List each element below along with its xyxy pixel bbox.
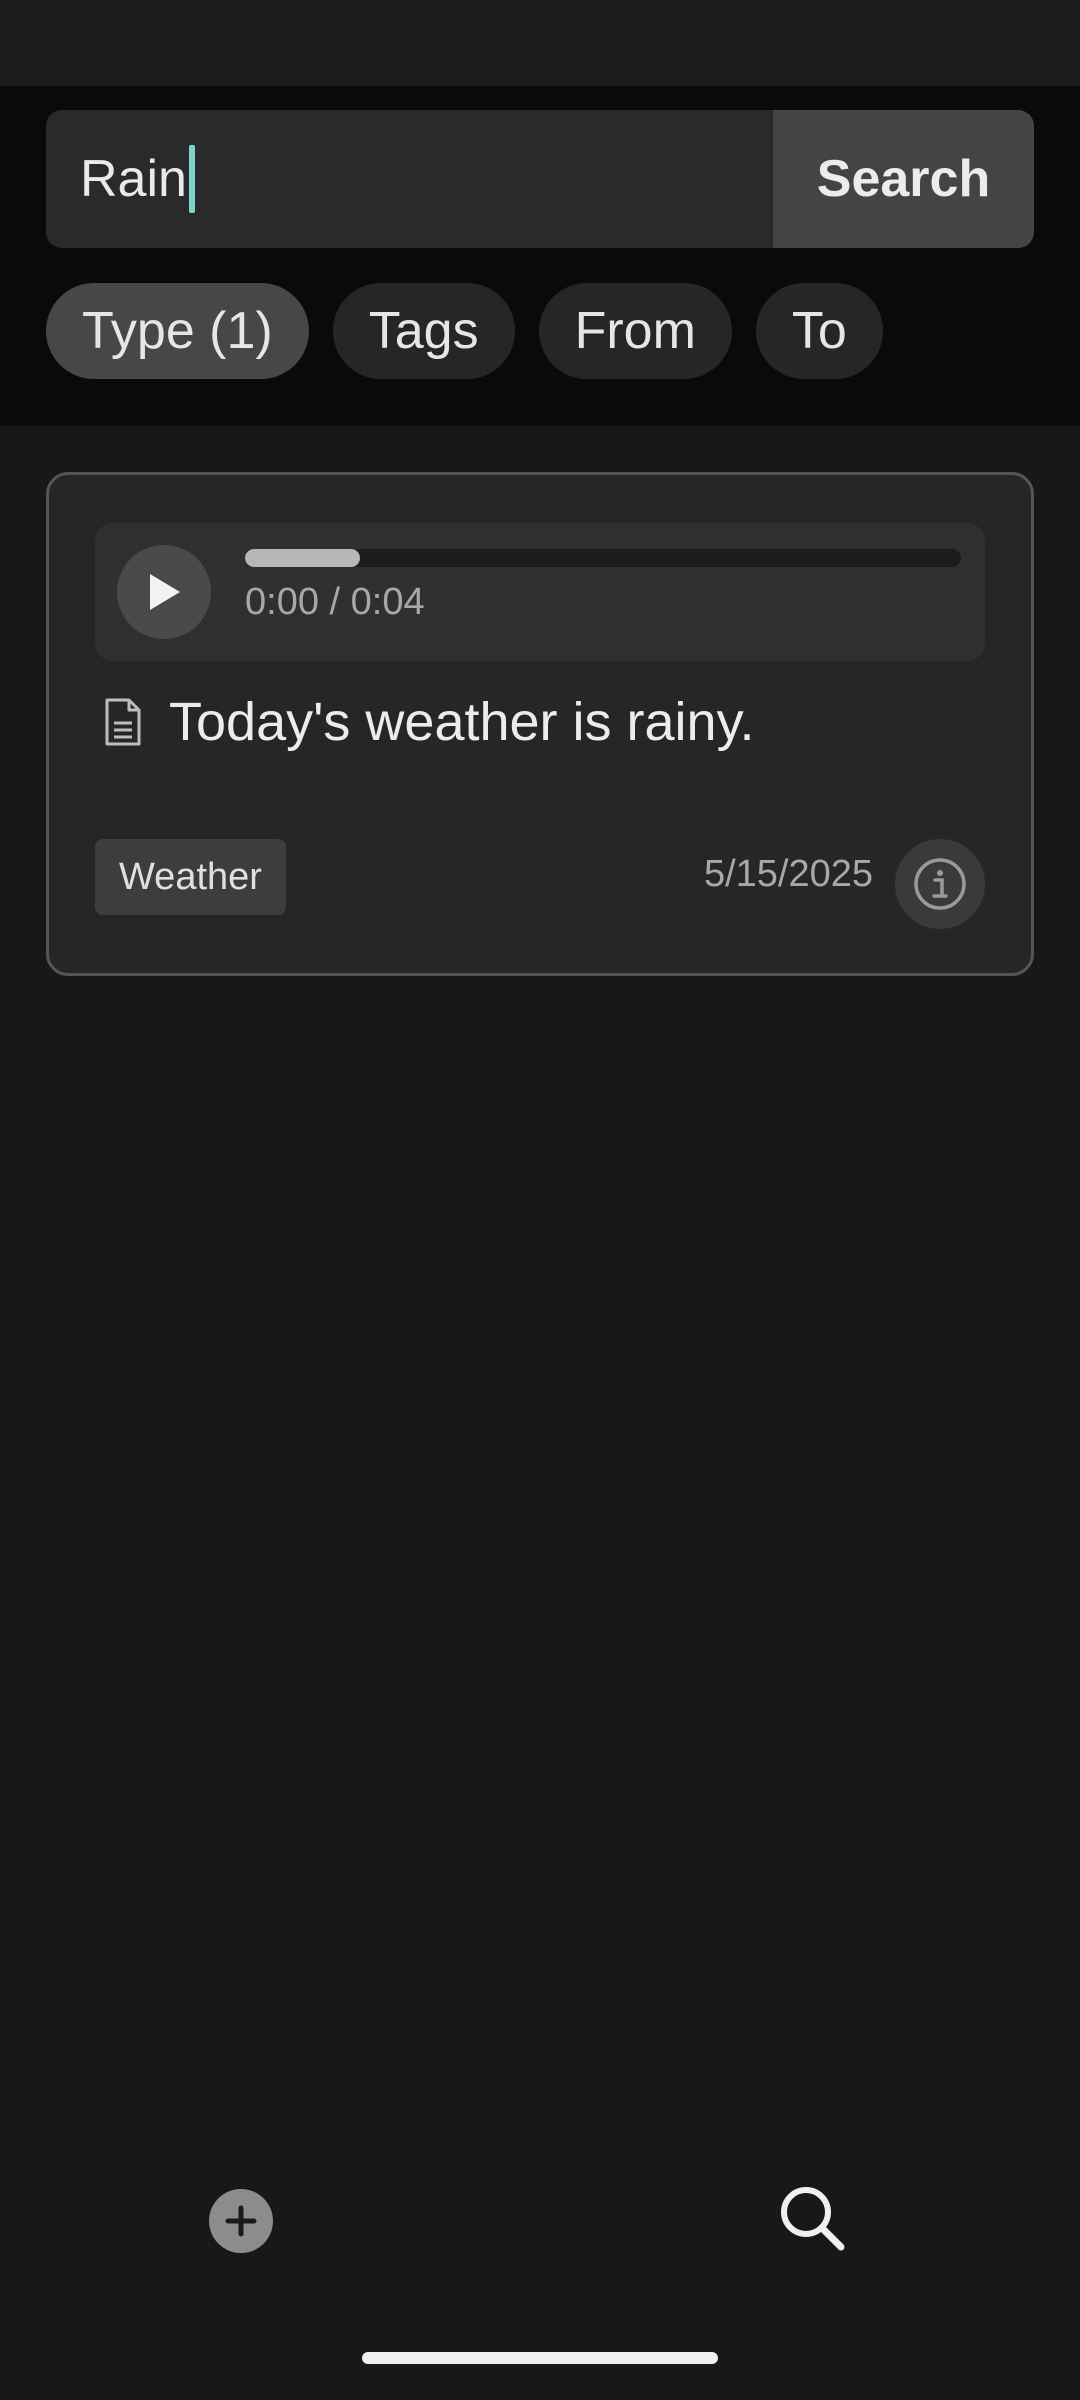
filter-chip-tags[interactable]: Tags: [332, 283, 515, 379]
add-icon: [209, 2189, 273, 2253]
search-input[interactable]: Rain: [46, 110, 773, 248]
info-icon: [914, 858, 966, 910]
tag-badge[interactable]: Weather: [95, 839, 286, 915]
document-icon: [105, 698, 141, 746]
search-box: Rain Search: [46, 110, 1034, 248]
status-bar: [0, 0, 1080, 86]
filter-chip-from[interactable]: From: [538, 283, 732, 379]
search-header: Rain Search Type (1) Tags From To: [0, 86, 1080, 426]
audio-player: 0:00 / 0:04: [95, 523, 985, 661]
result-card[interactable]: 0:00 / 0:04 Today's weather is rainy. We…: [46, 472, 1034, 976]
filter-chips: Type (1) Tags From To: [46, 283, 883, 379]
text-caret: [188, 145, 195, 213]
search-icon: [781, 2187, 845, 2251]
filter-chip-type[interactable]: Type (1): [46, 283, 309, 379]
audio-progress-bar[interactable]: [245, 549, 961, 567]
play-button[interactable]: [117, 545, 211, 639]
nav-search-button[interactable]: [772, 2178, 852, 2258]
nav-add-button[interactable]: [206, 2186, 276, 2256]
audio-progress-fill: [245, 549, 360, 567]
search-button[interactable]: Search: [773, 110, 1034, 248]
audio-time-label: 0:00 / 0:04: [245, 581, 425, 623]
play-icon: [150, 574, 180, 610]
home-indicator[interactable]: [362, 2352, 718, 2364]
result-text: Today's weather is rainy.: [169, 692, 755, 752]
bottom-nav: [0, 2150, 1080, 2290]
search-query-text: Rain: [80, 150, 187, 208]
info-button[interactable]: [895, 839, 985, 929]
result-date: 5/15/2025: [703, 853, 873, 895]
filter-chip-to[interactable]: To: [755, 283, 883, 379]
